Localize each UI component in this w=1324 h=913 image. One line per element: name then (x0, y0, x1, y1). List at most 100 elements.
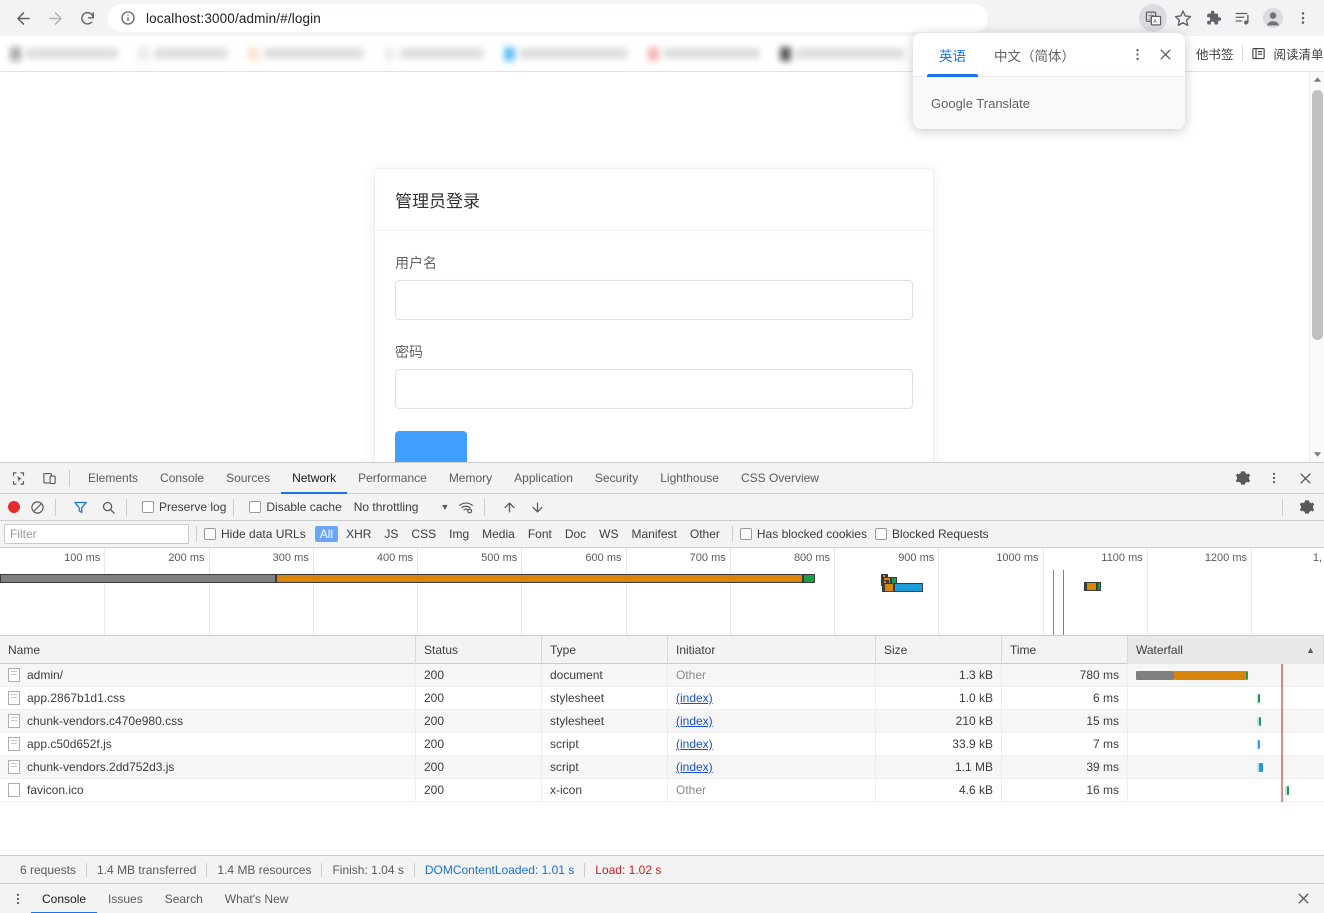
disable-cache-checkbox[interactable]: Disable cache (249, 500, 342, 514)
network-conditions-button[interactable] (455, 496, 477, 518)
username-input[interactable] (395, 280, 913, 320)
scroll-up-arrow-icon[interactable] (1310, 72, 1324, 87)
search-button[interactable] (97, 496, 119, 518)
clear-network-button[interactable] (26, 496, 48, 518)
extensions-button[interactable] (1199, 4, 1227, 32)
initiator-link[interactable]: (index) (676, 760, 713, 774)
other-bookmarks-label[interactable]: 他书签 (1196, 44, 1234, 63)
device-toolbar-button[interactable] (36, 465, 62, 491)
inspect-element-button[interactable] (5, 465, 31, 491)
hide-data-urls-checkbox[interactable]: Hide data URLs (204, 527, 306, 541)
initiator-link[interactable]: (index) (676, 737, 713, 751)
record-button[interactable] (8, 501, 20, 513)
has-blocked-cookies-box[interactable] (739, 528, 752, 540)
request-initiator-cell[interactable]: (index) (668, 686, 876, 710)
column-header-initiator[interactable]: Initiator (668, 636, 876, 664)
bookmark-item[interactable] (644, 42, 764, 66)
reading-list-icon[interactable] (1251, 46, 1266, 61)
back-button[interactable] (8, 3, 38, 33)
login-submit-button[interactable] (395, 431, 467, 462)
info-circle-icon[interactable] (120, 10, 136, 26)
filter-input[interactable] (4, 524, 189, 544)
blocked-requests-checkbox[interactable]: Blocked Requests (874, 527, 989, 541)
devtools-tab-lighthouse[interactable]: Lighthouse (649, 463, 730, 494)
preserve-log-checkbox[interactable]: Preserve log (142, 500, 226, 514)
filter-type-manifest[interactable]: Manifest (627, 526, 682, 542)
column-header-size[interactable]: Size (876, 636, 1002, 664)
address-bar[interactable]: localhost:3000/admin/#/login (108, 4, 988, 32)
hide-data-urls-box[interactable] (204, 528, 216, 540)
drawer-menu-button[interactable] (5, 886, 31, 912)
bookmark-item[interactable] (500, 42, 632, 66)
translate-close-button[interactable] (1151, 41, 1179, 69)
scroll-down-arrow-icon[interactable] (1310, 447, 1324, 462)
request-name-cell[interactable]: admin/ (0, 663, 416, 687)
filter-type-all[interactable]: All (314, 526, 339, 542)
filter-type-media[interactable]: Media (477, 526, 520, 542)
filter-type-other[interactable]: Other (685, 526, 725, 542)
column-header-time[interactable]: Time (1002, 636, 1128, 664)
reload-button[interactable] (72, 3, 102, 33)
bookmark-item[interactable] (380, 42, 488, 66)
password-input[interactable] (395, 369, 913, 409)
drawer-tab-issues[interactable]: Issues (97, 884, 154, 913)
initiator-link[interactable]: (index) (676, 714, 713, 728)
devtools-settings-button[interactable] (1230, 465, 1256, 491)
throttling-select[interactable]: No throttling ▼ (354, 500, 450, 514)
filter-type-ws[interactable]: WS (594, 526, 623, 542)
request-name-cell[interactable]: favicon.ico (0, 778, 416, 802)
filter-type-xhr[interactable]: XHR (341, 526, 376, 542)
disable-cache-box[interactable] (249, 501, 262, 513)
bookmark-item[interactable] (134, 42, 232, 66)
page-scrollbar[interactable] (1309, 72, 1324, 462)
devtools-tab-elements[interactable]: Elements (77, 463, 149, 494)
chrome-menu-button[interactable] (1289, 4, 1317, 32)
devtools-tab-sources[interactable]: Sources (215, 463, 281, 494)
request-initiator-cell[interactable]: (index) (668, 732, 876, 756)
bookmark-item[interactable] (244, 42, 368, 66)
devtools-close-button[interactable] (1292, 465, 1318, 491)
table-row[interactable]: chunk-vendors.c470e980.css 200 stylesheet (… (0, 709, 1324, 733)
request-name-cell[interactable]: app.2867b1d1.css (0, 686, 416, 710)
initiator-link[interactable]: (index) (676, 691, 713, 705)
column-header-type[interactable]: Type (542, 636, 668, 664)
reading-list-label[interactable]: 阅读清单 (1274, 44, 1324, 63)
table-row[interactable]: chunk-vendors.2dd752d3.js 200 script (index… (0, 755, 1324, 779)
forward-button[interactable] (40, 3, 70, 33)
media-control-button[interactable] (1229, 4, 1257, 32)
scrollbar-thumb[interactable] (1312, 90, 1323, 340)
filter-type-img[interactable]: Img (444, 526, 474, 542)
profile-button[interactable] (1259, 4, 1287, 32)
translate-button[interactable]: 文 A (1139, 4, 1167, 32)
drawer-tab-console[interactable]: Console (31, 884, 98, 913)
column-header-waterfall[interactable]: Waterfall ▲ (1128, 636, 1324, 664)
drawer-tab-search[interactable]: Search (154, 884, 214, 913)
translate-more-button[interactable] (1123, 41, 1151, 69)
translate-tab-english[interactable]: 英语 (925, 33, 980, 77)
table-row[interactable]: app.2867b1d1.css 200 stylesheet (index) 1.0 … (0, 686, 1324, 710)
column-header-status[interactable]: Status (416, 636, 542, 664)
filter-type-font[interactable]: Font (523, 526, 557, 542)
column-header-name[interactable]: Name (0, 636, 416, 664)
network-settings-button[interactable] (1296, 496, 1318, 518)
devtools-tab-application[interactable]: Application (503, 463, 584, 494)
import-har-button[interactable] (498, 496, 520, 518)
drawer-tab-what-s-new[interactable]: What's New (214, 884, 300, 913)
filter-type-css[interactable]: CSS (406, 526, 441, 542)
devtools-tab-css-overview[interactable]: CSS Overview (730, 463, 830, 494)
request-initiator-cell[interactable]: (index) (668, 709, 876, 733)
devtools-tab-console[interactable]: Console (149, 463, 215, 494)
devtools-tab-network[interactable]: Network (281, 463, 348, 494)
devtools-more-button[interactable] (1261, 465, 1287, 491)
devtools-tab-performance[interactable]: Performance (347, 463, 438, 494)
table-row[interactable]: admin/200 document Other 1.3 kB 780 ms (0, 663, 1324, 687)
request-name-cell[interactable]: app.c50d652f.js (0, 732, 416, 756)
blocked-requests-box[interactable] (874, 528, 887, 540)
request-initiator-cell[interactable]: (index) (668, 755, 876, 779)
translate-tab-chinese[interactable]: 中文（简体） (980, 33, 1089, 77)
devtools-tab-memory[interactable]: Memory (438, 463, 503, 494)
bookmark-star-button[interactable] (1169, 4, 1197, 32)
request-name-cell[interactable]: chunk-vendors.2dd752d3.js (0, 755, 416, 779)
drawer-close-button[interactable] (1290, 886, 1316, 912)
bookmark-item[interactable] (776, 42, 908, 66)
